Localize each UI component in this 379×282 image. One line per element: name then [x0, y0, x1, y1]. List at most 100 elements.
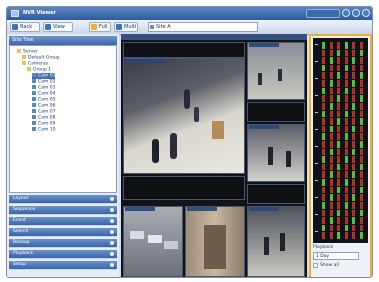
timeline-segment [337, 110, 340, 118]
timeline-segment [352, 125, 355, 133]
camera-tile-5[interactable] [247, 184, 305, 204]
timeline-track[interactable] [352, 42, 355, 240]
timeline-segment [352, 141, 355, 148]
timeline-segment [359, 64, 363, 72]
range-select[interactable]: 1 Day [313, 252, 359, 260]
minimize-icon[interactable] [342, 9, 350, 17]
timeline-segment [344, 232, 348, 239]
timeline-segment [322, 42, 325, 49]
camera-tile-6[interactable] [247, 206, 305, 277]
view-button[interactable]: View [43, 22, 73, 32]
show-all-checkbox[interactable] [313, 263, 318, 268]
timeline-track[interactable] [322, 42, 325, 240]
timeline-segment [329, 87, 333, 95]
timeline-segment [352, 171, 355, 179]
full-button[interactable]: Full [89, 22, 111, 32]
full-icon [91, 24, 97, 30]
maximize-icon[interactable] [352, 9, 360, 17]
timeline-segment [344, 171, 348, 179]
timeline-segment [352, 57, 355, 64]
timeline-segment [344, 224, 348, 232]
timeline-track[interactable] [329, 42, 333, 240]
accordion-item[interactable]: Sequence [9, 206, 117, 215]
timeline-segment [359, 186, 363, 194]
timeline-segment [337, 232, 340, 239]
timeline-tick [315, 180, 318, 181]
chevron-down-icon [110, 208, 114, 212]
timeline-segment [337, 87, 340, 95]
timeline-tick [315, 214, 318, 215]
timeline-segment [329, 95, 333, 102]
timeline-segment [337, 64, 340, 72]
timeline-segment [322, 118, 325, 125]
chevron-down-icon [110, 252, 114, 256]
timeline-segment [359, 42, 363, 49]
timeline-tick [315, 231, 318, 232]
accordion-item[interactable]: Playback [9, 250, 117, 259]
camera-tile-4[interactable] [247, 124, 305, 182]
camera-tile-1[interactable] [123, 42, 245, 58]
camera-tile-3[interactable] [247, 102, 305, 122]
timeline-segment [322, 141, 325, 148]
timeline-segment [322, 171, 325, 179]
camera-tile-hallway[interactable] [185, 206, 245, 277]
panel-header: Site Tree [9, 36, 117, 45]
accordion-item-label: Layout [13, 196, 29, 201]
timeline-segment [359, 133, 363, 140]
device-tree[interactable]: Server Default Group Cameras Group 1 Cam 01 C… [9, 45, 117, 193]
timeline-segment [359, 125, 363, 133]
multi-button[interactable]: Multi [114, 22, 138, 32]
timeline-segment [359, 209, 363, 217]
timeline-segment [359, 87, 363, 95]
accordion-item[interactable]: Setup [9, 261, 117, 270]
camera-tile-2[interactable] [247, 42, 305, 100]
tree-item-label: Cam 07 [38, 109, 56, 115]
camera-icon [32, 109, 36, 113]
camera-tile-parking[interactable] [123, 206, 183, 277]
timeline-segment [344, 72, 348, 80]
accordion-item[interactable]: Event [9, 217, 117, 226]
timeline-segment [322, 201, 325, 209]
tree-item[interactable]: Cam 10 [32, 127, 55, 133]
camera-icon [32, 73, 36, 77]
timeline-segment [359, 156, 363, 163]
tree-item-label: Cameras [28, 61, 49, 67]
timeline-track[interactable] [359, 42, 363, 240]
timeline-segment [344, 118, 348, 125]
timeline-segment [337, 179, 340, 186]
camera-tile-6-label [249, 207, 279, 211]
timeline-track[interactable] [337, 42, 340, 240]
accordion-item[interactable]: Backup [9, 239, 117, 248]
tree-item-label: Group 1 [33, 67, 51, 73]
camera-tile-main[interactable] [123, 58, 245, 174]
multi-label: Multi [124, 24, 137, 30]
back-button[interactable]: Back [10, 22, 40, 32]
timeline-segment [344, 148, 348, 156]
timeline-track[interactable] [344, 42, 348, 240]
camera-tile-2-label [249, 43, 279, 47]
timeline-segment [344, 209, 348, 217]
accordion-item[interactable]: Search [9, 228, 117, 237]
close-icon[interactable] [362, 9, 370, 17]
tree-item-label: Cam 03 [38, 85, 56, 91]
timeline-segment [359, 163, 363, 171]
folder-icon [27, 67, 31, 71]
timeline-segment [329, 232, 333, 239]
address-field[interactable]: Site A [148, 22, 258, 32]
accordion-item[interactable]: Layout [9, 195, 117, 204]
timeline-segment [329, 72, 333, 80]
timeline-segment [337, 209, 340, 217]
toolbar: Back View Full Multi Site A [7, 20, 372, 35]
timeline-tracks[interactable] [313, 38, 368, 243]
timeline-segment [344, 156, 348, 163]
timeline-segment [352, 179, 355, 186]
timeline-segment [337, 224, 340, 232]
app-window: NVR Viewer Back View Full Multi Site A S… [6, 6, 373, 278]
camera-tile-strip[interactable] [123, 176, 245, 200]
timeline-segment [329, 49, 333, 57]
video-wall [121, 34, 307, 277]
tree-item-label: Cam 08 [38, 115, 56, 121]
timeline-segment [322, 64, 325, 72]
show-all-label: Show all [320, 263, 339, 268]
timeline-segment [344, 179, 348, 186]
